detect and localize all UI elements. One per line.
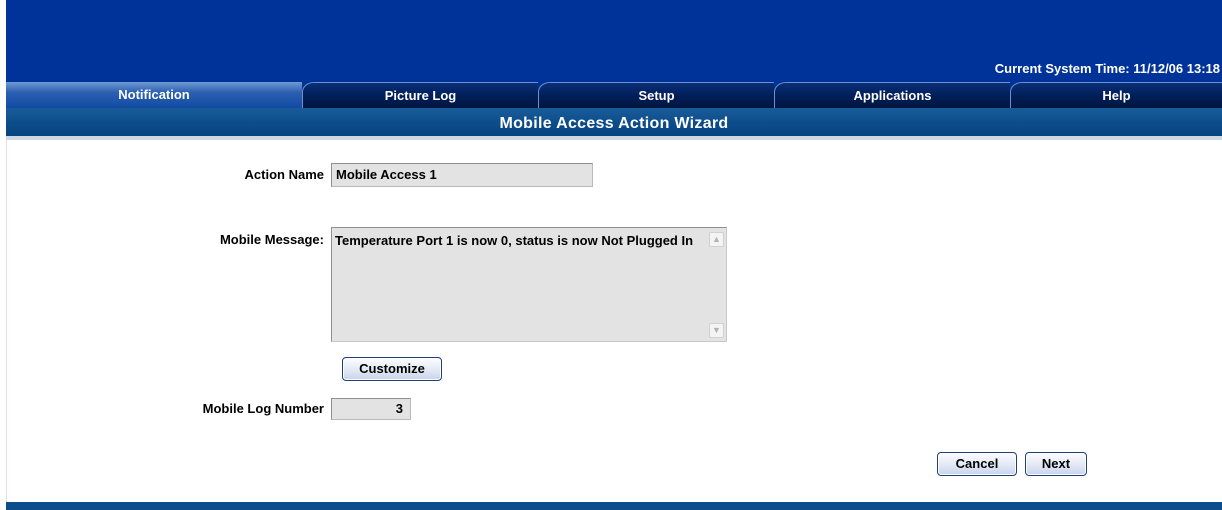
message-scrollbar[interactable]: ▲ ▼ <box>709 232 724 338</box>
tab-bar: Notification Picture Log Setup Applicati… <box>6 82 1222 108</box>
app-frame: Current System Time: 11/12/06 13:18 Noti… <box>6 0 1222 510</box>
mobile-log-number-label: Mobile Log Number <box>202 401 324 416</box>
header-banner: Current System Time: 11/12/06 13:18 <box>6 0 1222 82</box>
tab-help[interactable]: Help <box>1010 82 1222 108</box>
action-name-field[interactable]: Mobile Access 1 <box>331 163 593 187</box>
tab-setup[interactable]: Setup <box>538 82 774 108</box>
tab-applications[interactable]: Applications <box>774 82 1010 108</box>
next-button[interactable]: Next <box>1025 452 1087 476</box>
tab-picture-log[interactable]: Picture Log <box>302 82 538 108</box>
mobile-message-textarea[interactable]: Temperature Port 1 is now 0, status is n… <box>331 227 727 342</box>
wizard-form: Action Name Mobile Access 1 Mobile Messa… <box>6 140 1222 502</box>
mobile-log-number-field[interactable]: 3 <box>331 398 411 420</box>
page-title-bar: Mobile Access Action Wizard <box>6 108 1222 140</box>
chevron-up-icon[interactable]: ▲ <box>709 232 724 247</box>
tab-notification[interactable]: Notification <box>6 82 302 108</box>
chevron-down-icon[interactable]: ▼ <box>709 323 724 338</box>
cancel-button[interactable]: Cancel <box>937 452 1017 476</box>
mobile-message-label: Mobile Message: <box>219 232 324 247</box>
mobile-message-text: Temperature Port 1 is now 0, status is n… <box>335 233 694 248</box>
customize-button[interactable]: Customize <box>342 357 442 381</box>
page-title: Mobile Access Action Wizard <box>499 115 729 132</box>
footer-bar <box>6 502 1222 510</box>
system-time: Current System Time: 11/12/06 13:18 <box>994 61 1220 76</box>
action-name-label: Action Name <box>244 167 324 182</box>
